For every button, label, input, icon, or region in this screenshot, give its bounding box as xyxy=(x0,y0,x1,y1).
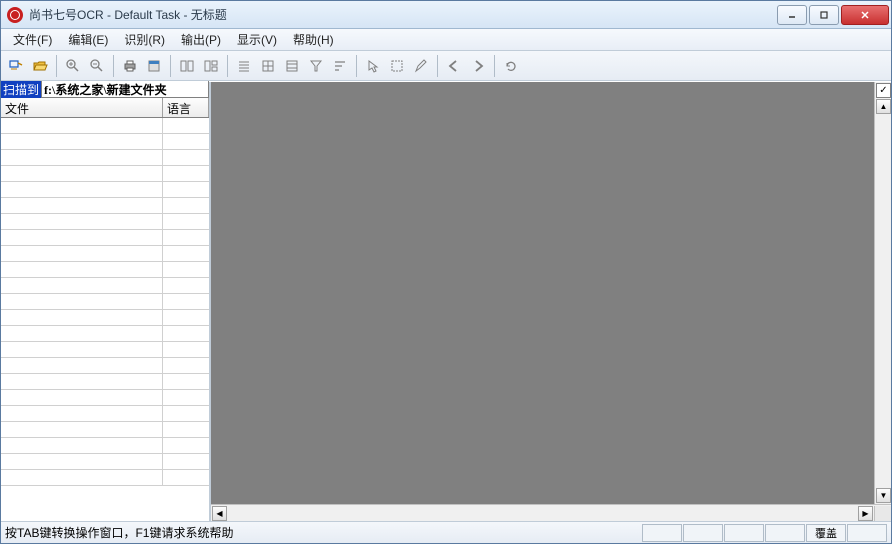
file-list-panel: 扫描到 f:\系统之家\新建文件夹 文件 语言 xyxy=(1,82,211,521)
menu-edit[interactable]: 编辑(E) xyxy=(60,29,116,50)
print-button[interactable] xyxy=(119,55,141,77)
table-row[interactable] xyxy=(1,166,209,182)
list-button[interactable] xyxy=(233,55,255,77)
table-row[interactable] xyxy=(1,118,209,134)
table-row[interactable] xyxy=(1,182,209,198)
toolbar-separator xyxy=(113,55,114,77)
grid-button-1[interactable] xyxy=(257,55,279,77)
menu-view[interactable]: 显示(V) xyxy=(229,29,285,50)
scan-destination-row: 扫描到 f:\系统之家\新建文件夹 xyxy=(1,82,209,98)
table-row[interactable] xyxy=(1,422,209,438)
scan-label: 扫描到 xyxy=(1,81,41,98)
scroll-down-icon[interactable]: ▼ xyxy=(876,488,891,503)
table-row[interactable] xyxy=(1,310,209,326)
vertical-scrollbar[interactable]: ✓ ▲ ▼ xyxy=(874,82,891,504)
zoom-in-button[interactable] xyxy=(62,55,84,77)
app-icon xyxy=(7,7,23,23)
app-window: 尚书七号OCR - Default Task - 无标题 文件(F) 编辑(E)… xyxy=(0,0,892,544)
status-cells: 覆盖 xyxy=(641,524,887,542)
menu-output[interactable]: 输出(P) xyxy=(173,29,229,50)
status-cell xyxy=(765,524,805,542)
preview-panel: ✓ ▲ ▼ ◀ ▶ xyxy=(211,82,891,521)
scroll-right-icon[interactable]: ▶ xyxy=(858,506,873,521)
status-cell xyxy=(724,524,764,542)
scan-button[interactable] xyxy=(5,55,27,77)
table-row[interactable] xyxy=(1,406,209,422)
table-row[interactable] xyxy=(1,374,209,390)
header-language[interactable]: 语言 xyxy=(163,98,209,117)
titlebar[interactable]: 尚书七号OCR - Default Task - 无标题 xyxy=(1,1,891,29)
table-row[interactable] xyxy=(1,198,209,214)
status-cell xyxy=(683,524,723,542)
grid-button-2[interactable] xyxy=(281,55,303,77)
table-row[interactable] xyxy=(1,278,209,294)
refresh-button[interactable] xyxy=(500,55,522,77)
table-row[interactable] xyxy=(1,438,209,454)
toolbar-separator xyxy=(356,55,357,77)
scroll-left-icon[interactable]: ◀ xyxy=(212,506,227,521)
table-row[interactable] xyxy=(1,262,209,278)
zoom-out-button[interactable] xyxy=(86,55,108,77)
toolbar-separator xyxy=(227,55,228,77)
toolbar-separator xyxy=(56,55,57,77)
preview-canvas[interactable]: ✓ ▲ ▼ xyxy=(211,82,891,504)
table-row[interactable] xyxy=(1,358,209,374)
table-row[interactable] xyxy=(1,342,209,358)
menu-file[interactable]: 文件(F) xyxy=(5,29,60,50)
table-row[interactable] xyxy=(1,294,209,310)
back-button[interactable] xyxy=(443,55,465,77)
toolbar-separator xyxy=(437,55,438,77)
table-row[interactable] xyxy=(1,246,209,262)
filter-button[interactable] xyxy=(305,55,327,77)
file-grid[interactable] xyxy=(1,118,209,521)
table-row[interactable] xyxy=(1,454,209,470)
select-button[interactable] xyxy=(386,55,408,77)
content-area: 扫描到 f:\系统之家\新建文件夹 文件 语言 xyxy=(1,81,891,521)
table-row[interactable] xyxy=(1,390,209,406)
maximize-button[interactable] xyxy=(809,5,839,25)
pen-button[interactable] xyxy=(410,55,432,77)
status-cell xyxy=(847,524,887,542)
window-title: 尚书七号OCR - Default Task - 无标题 xyxy=(29,6,775,23)
table-row[interactable] xyxy=(1,134,209,150)
checkbox-icon[interactable]: ✓ xyxy=(876,83,891,98)
menu-recognize[interactable]: 识别(R) xyxy=(116,29,173,50)
open-button[interactable] xyxy=(29,55,51,77)
table-row[interactable] xyxy=(1,150,209,166)
table-row[interactable] xyxy=(1,214,209,230)
menu-help[interactable]: 帮助(H) xyxy=(285,29,342,50)
forward-button[interactable] xyxy=(467,55,489,77)
toolbar-separator xyxy=(494,55,495,77)
header-file[interactable]: 文件 xyxy=(1,98,163,117)
toolbar-separator xyxy=(170,55,171,77)
close-button[interactable] xyxy=(841,5,889,25)
layout-button-1[interactable] xyxy=(176,55,198,77)
status-text: 按TAB键转换操作窗口，F1键请求系统帮助 xyxy=(5,524,641,541)
layout-button-2[interactable] xyxy=(200,55,222,77)
table-row[interactable] xyxy=(1,470,209,486)
status-overwrite: 覆盖 xyxy=(806,524,846,542)
menubar: 文件(F) 编辑(E) 识别(R) 输出(P) 显示(V) 帮助(H) xyxy=(1,29,891,51)
status-cell xyxy=(642,524,682,542)
minimize-button[interactable] xyxy=(777,5,807,25)
preview-button[interactable] xyxy=(143,55,165,77)
sort-button[interactable] xyxy=(329,55,351,77)
column-headers: 文件 语言 xyxy=(1,98,209,118)
scan-path-field[interactable]: f:\系统之家\新建文件夹 xyxy=(41,81,209,98)
pointer-button[interactable] xyxy=(362,55,384,77)
statusbar: 按TAB键转换操作窗口，F1键请求系统帮助 覆盖 xyxy=(1,521,891,543)
scrollbar-corner xyxy=(874,506,891,521)
scroll-up-icon[interactable]: ▲ xyxy=(876,99,891,114)
table-row[interactable] xyxy=(1,326,209,342)
toolbar xyxy=(1,51,891,81)
table-row[interactable] xyxy=(1,230,209,246)
horizontal-scrollbar[interactable]: ◀ ▶ xyxy=(211,504,891,521)
